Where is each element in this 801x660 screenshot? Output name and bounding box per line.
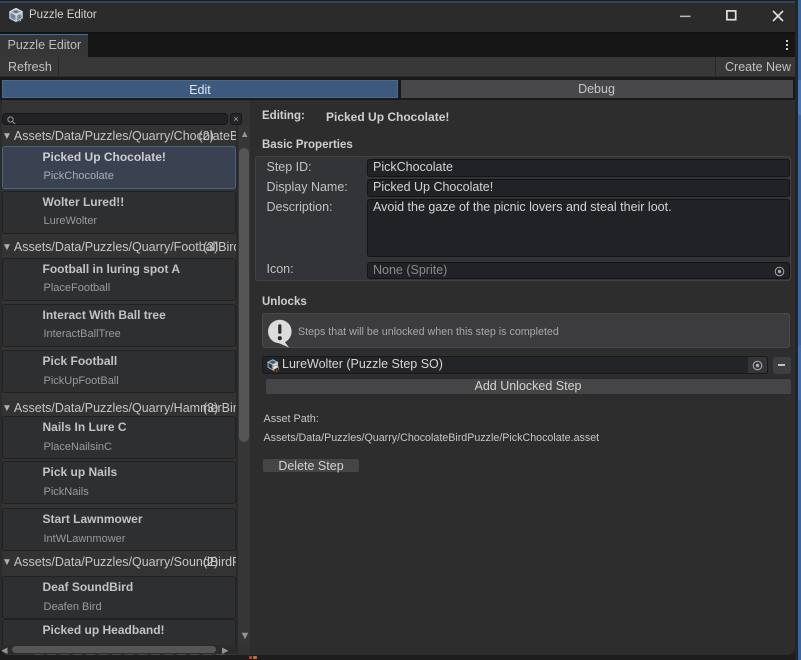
svg-text:6: 6 xyxy=(17,15,22,23)
